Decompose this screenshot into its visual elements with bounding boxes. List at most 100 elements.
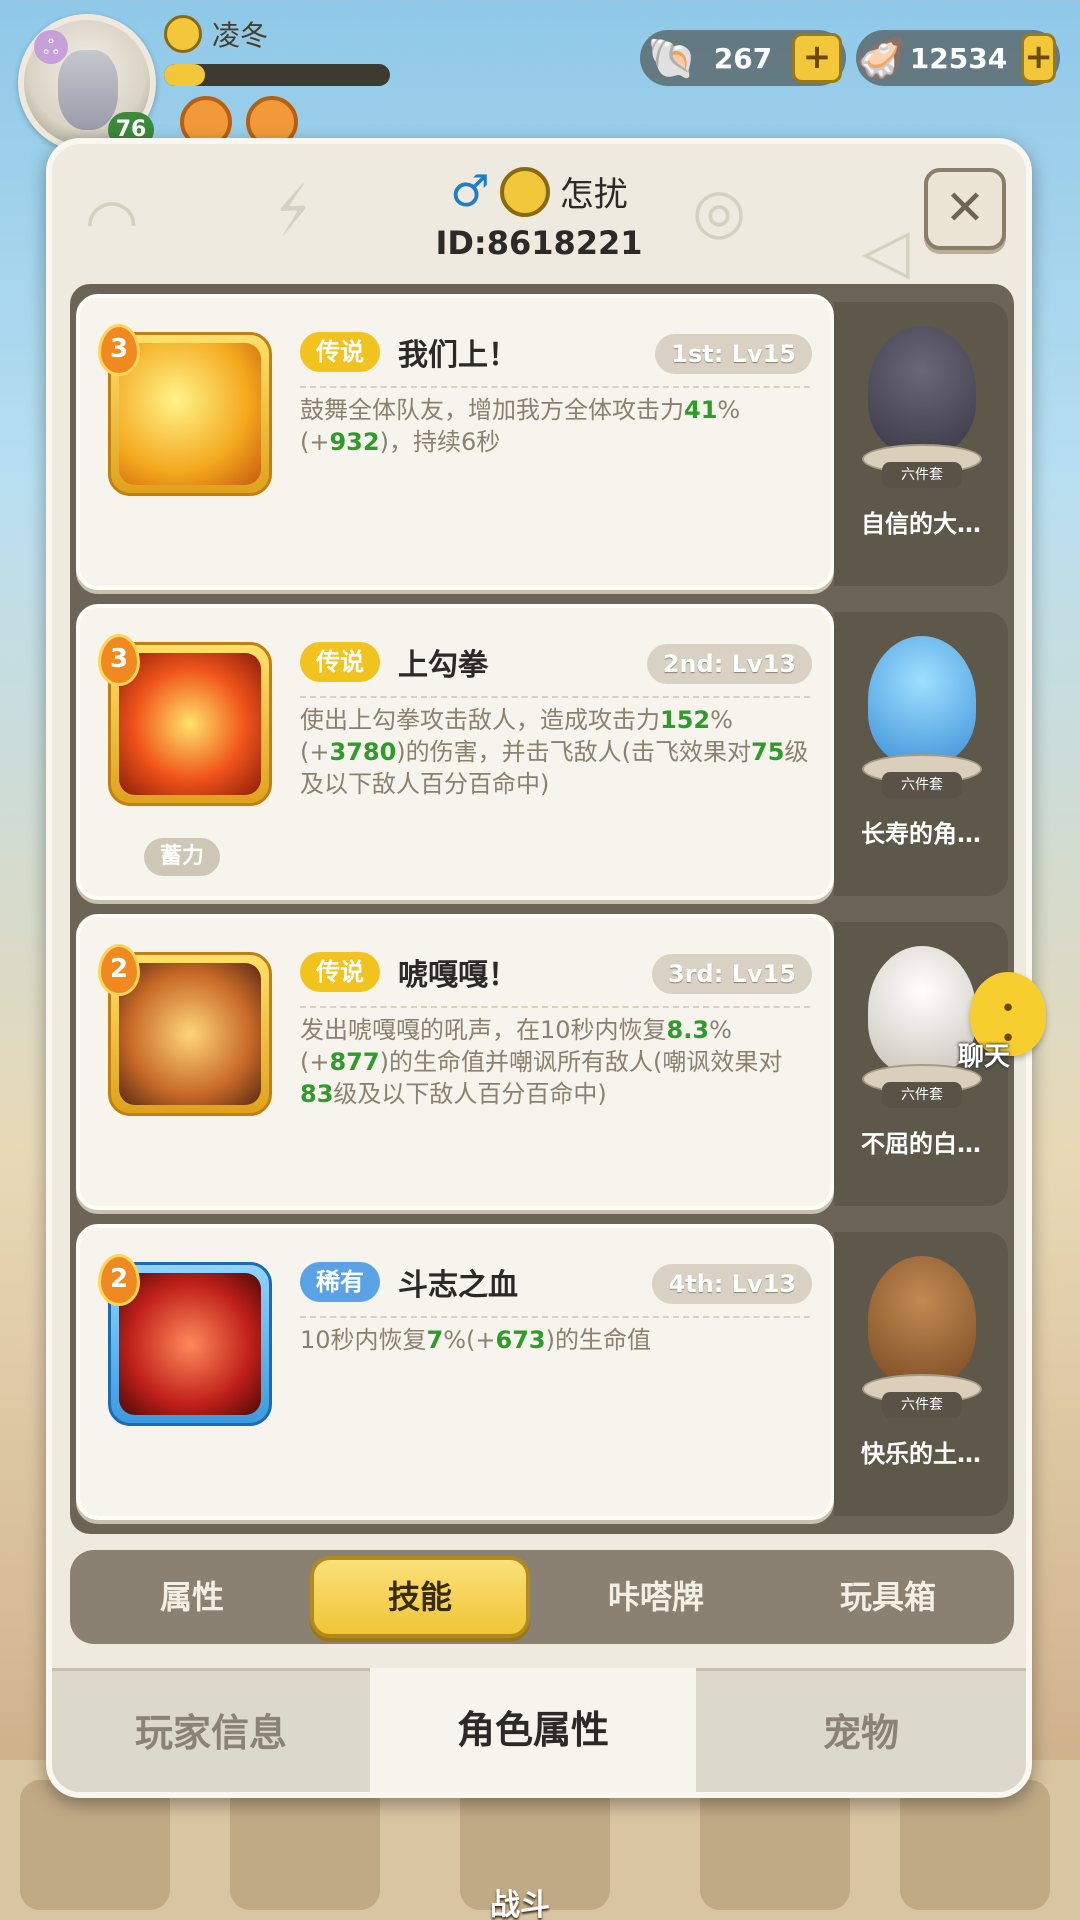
skill-desc-part: 发出唬嘎嘎的吼声，在10秒内恢复: [300, 1016, 667, 1044]
tab-pets[interactable]: 宠物: [696, 1668, 1026, 1792]
battle-label[interactable]: 战斗: [490, 1880, 550, 1920]
dialog-header: ◠ ⚡ ◎ ◁ ♂ 怎扰 ID:8618221 ✕: [52, 144, 1026, 287]
skill-description: 鼓舞全体队友，增加我方全体攻击力41%(+932)，持续6秒: [300, 394, 810, 458]
skill-rank-badge: 2: [98, 944, 140, 996]
rarity-tag: 传说: [300, 952, 380, 992]
skills-panel: 3 传说 我们上！ 1st: Lv15 鼓舞全体队友，增加我方全体攻击力41%(…: [70, 284, 1014, 1534]
rarity-tag: 传说: [300, 642, 380, 682]
dialog-title-row: ♂ 怎扰: [52, 166, 1026, 217]
pet-name: 长寿的角…: [861, 820, 981, 848]
nav-tower-slot[interactable]: [900, 1780, 1050, 1910]
skill-rank-badge: 3: [98, 324, 140, 376]
divider: [300, 386, 810, 388]
nav-character-slot[interactable]: [230, 1780, 380, 1910]
pet-name: 自信的大…: [861, 510, 981, 538]
add-gems-button[interactable]: +: [792, 33, 842, 83]
skill-card[interactable]: 3 传说 我们上！ 1st: Lv15 鼓舞全体队友，增加我方全体攻击力41%(…: [76, 294, 834, 590]
top-hud: ஃ 76 凌冬 🐚 267 + 🦪 12534 +: [0, 0, 1080, 152]
skill-slot-level: 4th: Lv13: [652, 1264, 812, 1304]
player-id: ID:8618221: [435, 224, 643, 262]
skill-slot-level: 1st: Lv15: [655, 334, 812, 374]
main-tab-bar: 玩家信息 角色属性 宠物: [52, 1668, 1026, 1792]
skill-icon: [119, 963, 261, 1105]
divider: [300, 1316, 810, 1318]
skill-desc-part: 鼓舞全体队友，增加我方全体攻击力: [300, 396, 684, 424]
rarity-tag: 传说: [300, 332, 380, 372]
divider: [300, 696, 810, 698]
chat-label[interactable]: 聊天: [958, 1036, 1010, 1073]
pet-figure-icon: [868, 1256, 976, 1384]
pet-slot[interactable]: 六件套 快乐的土…: [834, 1232, 1008, 1516]
skill-desc-part: 41: [684, 396, 718, 424]
divider: [300, 1006, 810, 1008]
skill-desc-part: 932: [329, 428, 380, 456]
tab-toybox[interactable]: 玩具箱: [778, 1556, 998, 1638]
currency-gems: 🐚 267 +: [640, 30, 846, 86]
exp-bar: [164, 64, 390, 86]
tab-attributes[interactable]: 属性: [82, 1556, 302, 1638]
skill-desc-part: 10秒内恢复: [300, 1326, 427, 1354]
skill-slot-level: 3rd: Lv15: [651, 954, 812, 994]
clam-icon: 🦪: [856, 35, 906, 82]
skill-desc-part: 83: [300, 1080, 334, 1108]
skill-card[interactable]: 3 传说 上勾拳 2nd: Lv13 使出上勾拳攻击敌人，造成攻击力152%(+…: [76, 604, 834, 900]
coin-face-icon: [499, 166, 550, 217]
skill-row[interactable]: 3 传说 上勾拳 2nd: Lv13 使出上勾拳攻击敌人，造成攻击力152%(+…: [76, 604, 1008, 900]
pet-name: 快乐的土…: [861, 1440, 981, 1468]
skill-desc-part: )的伤害，并击飞敌人(击飞效果对: [396, 738, 752, 766]
avatar-portrait: [58, 50, 118, 130]
skill-desc-part: 7: [426, 1326, 444, 1354]
skill-icon: [119, 653, 261, 795]
skill-name: 斗志之血: [398, 1268, 518, 1303]
skill-desc-part: 152: [660, 706, 711, 734]
swirl-icon: ஃ: [34, 30, 68, 64]
dialog-player-name: 怎扰: [559, 175, 628, 215]
close-button[interactable]: ✕: [924, 168, 1006, 250]
pet-figure-icon: [868, 326, 976, 454]
skill-desc-part: 使出上勾拳攻击敌人，造成攻击力: [300, 706, 660, 734]
skill-icon: [119, 1273, 261, 1415]
pet-name: 不屈的白…: [861, 1130, 981, 1158]
nav-character-slot[interactable]: [20, 1780, 170, 1910]
skill-card[interactable]: 2 稀有 斗志之血 4th: Lv13 10秒内恢复7%(+673)的生命值: [76, 1224, 834, 1520]
skill-desc-part: 673: [495, 1326, 546, 1354]
tab-character-attributes[interactable]: 角色属性: [370, 1668, 696, 1792]
skill-icon: [119, 343, 261, 485]
skill-desc-part: 877: [329, 1048, 380, 1076]
smiley-icon: • •: [1000, 994, 1016, 1054]
skill-rank-badge: 2: [98, 1254, 140, 1306]
skill-desc-part: )的生命值并嘲讽所有敌人(嘲讽效果对: [379, 1048, 783, 1076]
skill-name: 上勾拳: [398, 648, 488, 683]
currency-coins-value: 12534: [909, 41, 1008, 75]
pet-set-label: 六件套: [882, 772, 962, 798]
tab-cards[interactable]: 咔嗒牌: [546, 1556, 766, 1638]
sub-tab-bar: 属性 技能 咔嗒牌 玩具箱: [70, 1550, 1014, 1644]
skill-row[interactable]: 3 传说 我们上！ 1st: Lv15 鼓舞全体队友，增加我方全体攻击力41%(…: [76, 294, 1008, 590]
player-name: 凌冬: [212, 19, 269, 52]
exp-bar-fill: [164, 64, 205, 86]
pet-slot[interactable]: 六件套 长寿的角…: [834, 612, 1008, 896]
skill-desc-part: %(+: [443, 1326, 496, 1354]
male-icon: ♂: [450, 166, 490, 217]
skill-description: 10秒内恢复7%(+673)的生命值: [300, 1324, 810, 1356]
nav-character-slot[interactable]: [700, 1780, 850, 1910]
coin-face-icon: [164, 15, 202, 53]
pet-figure-icon: [868, 636, 976, 764]
skill-rank-badge: 3: [98, 634, 140, 686]
skill-desc-part: )的生命值: [545, 1326, 652, 1354]
skill-row[interactable]: 2 稀有 斗志之血 4th: Lv13 10秒内恢复7%(+673)的生命值 六…: [76, 1224, 1008, 1520]
shell-icon: 🐚: [647, 35, 697, 82]
player-info-dialog: ◠ ⚡ ◎ ◁ ♂ 怎扰 ID:8618221 ✕ 3 传说 我们上！ 1st:…: [46, 138, 1032, 1798]
pet-set-label: 六件套: [882, 1082, 962, 1108]
add-coins-button[interactable]: +: [1021, 33, 1056, 83]
tab-player-info[interactable]: 玩家信息: [52, 1668, 370, 1792]
pet-set-label: 六件套: [882, 462, 962, 488]
skill-card[interactable]: 2 传说 唬嘎嘎！ 3rd: Lv15 发出唬嘎嘎的吼声，在10秒内恢复8.3%…: [76, 914, 834, 1210]
currency-gems-value: 267: [713, 41, 773, 75]
skill-desc-part: 8.3: [666, 1016, 710, 1044]
skill-slot-level: 2nd: Lv13: [646, 644, 812, 684]
skill-desc-part: 3780: [329, 738, 397, 766]
pet-slot[interactable]: 六件套 自信的大…: [834, 302, 1008, 586]
skill-row[interactable]: 2 传说 唬嘎嘎！ 3rd: Lv15 发出唬嘎嘎的吼声，在10秒内恢复8.3%…: [76, 914, 1008, 1210]
tab-skills[interactable]: 技能: [310, 1556, 530, 1638]
